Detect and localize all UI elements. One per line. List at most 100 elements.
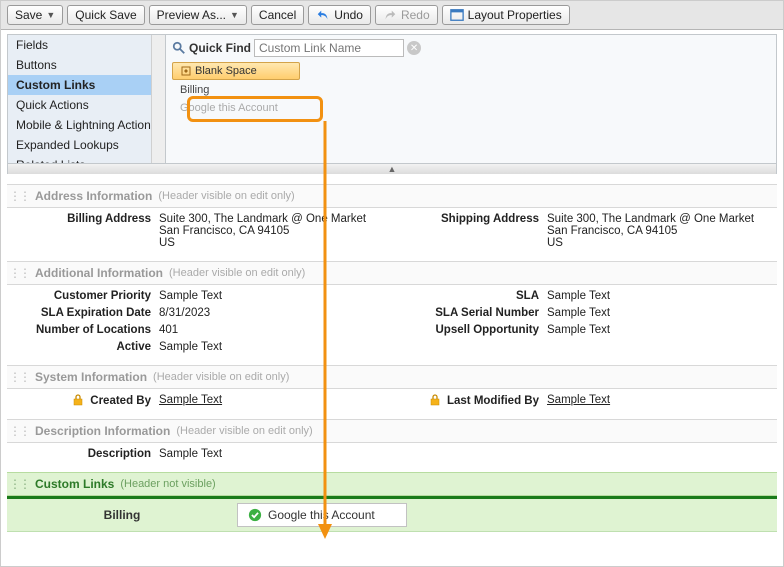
section-head-description[interactable]: ⋮⋮ Description Information (Header visib… [7, 419, 777, 443]
palette-item-blank-space[interactable]: Blank Space [172, 62, 300, 80]
palette-items-area: Quick Find ✕ Blank Space Billing Google … [166, 35, 776, 173]
palette-cat-custom-links[interactable]: Custom Links [8, 75, 165, 95]
field-row[interactable]: ActiveSample Text [9, 341, 387, 353]
section-hint: (Header not visible) [120, 478, 215, 490]
check-icon [248, 508, 262, 522]
palette-cat-quick-actions[interactable]: Quick Actions [8, 95, 165, 115]
quick-save-button[interactable]: Quick Save [67, 5, 144, 25]
section-title: Custom Links [35, 477, 114, 491]
field-row[interactable]: SLA Expiration Date8/31/2023 [9, 307, 387, 319]
cancel-button[interactable]: Cancel [251, 5, 304, 25]
section-head-address[interactable]: ⋮⋮ Address Information (Header visible o… [7, 184, 777, 208]
field-value: Suite 300, The Landmark @ One Market San… [547, 213, 775, 249]
field-label: Shipping Address [397, 213, 547, 225]
field-value: Sample Text [547, 290, 775, 302]
field-value: 401 [159, 324, 387, 336]
blank-space-icon [181, 66, 191, 76]
field-label: Billing Address [9, 213, 159, 225]
undo-icon [316, 8, 330, 22]
palette-panel: Fields Buttons Custom Links Quick Action… [7, 34, 777, 174]
layout-icon [450, 8, 464, 22]
field-value: Sample Text [547, 394, 610, 406]
field-value: Sample Text [547, 324, 775, 336]
section-hint: (Header visible on edit only) [169, 267, 305, 279]
field-label: SLA [397, 290, 547, 302]
field-row[interactable]: Number of Locations401 [9, 324, 387, 336]
lock-icon [72, 394, 84, 406]
field-value: Sample Text [159, 341, 387, 353]
save-button[interactable]: Save▼ [7, 5, 63, 25]
field-row[interactable]: Upsell OpportunitySample Text [397, 324, 775, 336]
field-created-by[interactable]: Created By Sample Text [9, 394, 387, 407]
section-title: System Information [35, 370, 147, 384]
palette-category-list: Fields Buttons Custom Links Quick Action… [8, 35, 166, 173]
preview-as-button[interactable]: Preview As...▼ [149, 5, 247, 25]
toolbar: Save▼ Quick Save Preview As...▼ Cancel U… [1, 1, 783, 30]
custom-link-label: Google this Account [268, 508, 375, 522]
drag-handle-icon[interactable]: ⋮⋮ [9, 424, 29, 438]
quick-find-input[interactable] [254, 39, 404, 57]
field-value: Sample Text [159, 394, 222, 406]
field-label: Upsell Opportunity [397, 324, 547, 336]
section-head-custom-links[interactable]: ⋮⋮ Custom Links (Header not visible) [7, 472, 777, 496]
field-row[interactable]: SLASample Text [397, 290, 775, 302]
palette-cat-buttons[interactable]: Buttons [8, 55, 165, 75]
palette-scrollbar[interactable] [151, 35, 165, 173]
section-title: Address Information [35, 189, 152, 203]
field-row[interactable]: SLA Serial NumberSample Text [397, 307, 775, 319]
section-hint: (Header visible on edit only) [153, 371, 289, 383]
drag-handle-icon[interactable]: ⋮⋮ [9, 477, 29, 491]
drag-handle-icon[interactable]: ⋮⋮ [9, 189, 29, 203]
field-label: SLA Serial Number [397, 307, 547, 319]
search-icon [172, 41, 186, 55]
clear-search-icon[interactable]: ✕ [407, 41, 421, 55]
layout-canvas: ⋮⋮ Address Information (Header visible o… [7, 184, 777, 532]
field-description[interactable]: Description Sample Text [9, 448, 775, 460]
lock-icon [429, 394, 441, 406]
drag-handle-icon[interactable]: ⋮⋮ [9, 370, 29, 384]
section-head-system[interactable]: ⋮⋮ System Information (Header visible on… [7, 365, 777, 389]
section-description: ⋮⋮ Description Information (Header visib… [7, 419, 777, 468]
palette-item-billing[interactable]: Billing [172, 82, 300, 98]
field-billing-address[interactable]: Billing Address Suite 300, The Landmark … [9, 213, 387, 249]
quick-find-label: Quick Find [189, 41, 251, 55]
palette-cat-fields[interactable]: Fields [8, 35, 165, 55]
field-value: Suite 300, The Landmark @ One Market San… [159, 213, 387, 249]
field-row [397, 341, 775, 353]
field-value: 8/31/2023 [159, 307, 387, 319]
field-value: Sample Text [159, 290, 387, 302]
custom-link-billing[interactable]: Billing [7, 508, 237, 522]
section-title: Additional Information [35, 266, 163, 280]
field-label: Number of Locations [9, 324, 159, 336]
palette-cat-expanded-lookups[interactable]: Expanded Lookups [8, 135, 165, 155]
redo-button[interactable]: Redo [375, 5, 438, 25]
palette-cat-mobile-lightning[interactable]: Mobile & Lightning Actions [8, 115, 165, 135]
field-label: Last Modified By [397, 394, 547, 407]
section-title: Description Information [35, 424, 170, 438]
custom-links-row[interactable]: Billing Google this Account [7, 499, 777, 532]
drag-handle-icon[interactable]: ⋮⋮ [9, 266, 29, 280]
field-value: Sample Text [159, 448, 775, 460]
section-address: ⋮⋮ Address Information (Header visible o… [7, 184, 777, 257]
section-custom-links: ⋮⋮ Custom Links (Header not visible) Bil… [7, 472, 777, 532]
undo-button[interactable]: Undo [308, 5, 371, 25]
section-additional: ⋮⋮ Additional Information (Header visibl… [7, 261, 777, 361]
field-shipping-address[interactable]: Shipping Address Suite 300, The Landmark… [397, 213, 775, 249]
field-label: Description [9, 448, 159, 460]
section-system: ⋮⋮ System Information (Header visible on… [7, 365, 777, 415]
field-label: Created By [9, 394, 159, 407]
section-hint: (Header visible on edit only) [176, 425, 312, 437]
custom-link-drop-google[interactable]: Google this Account [237, 503, 407, 527]
section-hint: (Header visible on edit only) [158, 190, 294, 202]
palette-item-google[interactable]: Google this Account [172, 100, 300, 116]
field-value: Sample Text [547, 307, 775, 319]
field-label: Customer Priority [9, 290, 159, 302]
palette-collapse-handle[interactable]: ▲ [8, 163, 776, 174]
redo-icon [383, 8, 397, 22]
field-label: SLA Expiration Date [9, 307, 159, 319]
field-row[interactable]: Customer PrioritySample Text [9, 290, 387, 302]
section-head-additional[interactable]: ⋮⋮ Additional Information (Header visibl… [7, 261, 777, 285]
field-last-modified-by[interactable]: Last Modified By Sample Text [397, 394, 775, 407]
layout-properties-button[interactable]: Layout Properties [442, 5, 570, 25]
field-label: Active [9, 341, 159, 353]
